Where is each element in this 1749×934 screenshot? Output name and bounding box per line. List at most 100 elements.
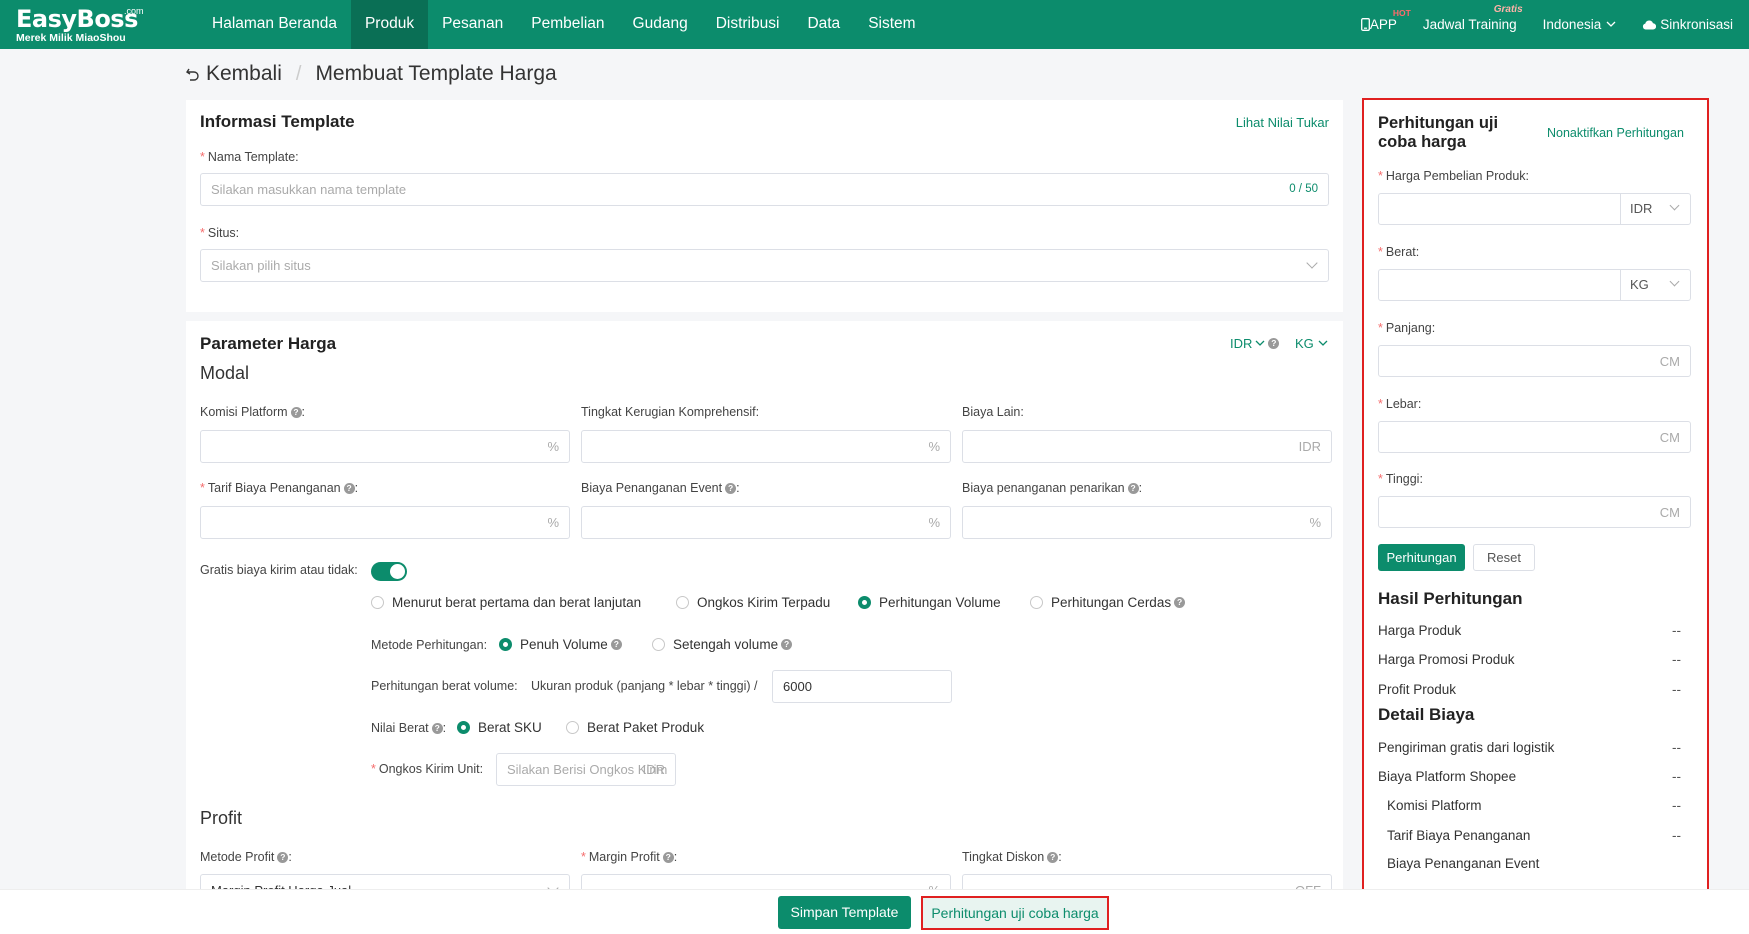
chevron-down-icon [1255, 340, 1265, 346]
result-row: Harga Promosi Produk -- [1378, 652, 1681, 667]
back-button[interactable]: Kembali [186, 62, 282, 86]
logo-tagline: Merek Milik MiaoShou [16, 32, 126, 44]
weight-unit-select[interactable]: KG [1295, 336, 1328, 351]
commission-label: Komisi Platform?: [200, 405, 306, 419]
withdraw-fee-input[interactable]: % [962, 506, 1332, 539]
weight-option-sku[interactable]: Berat SKU [457, 720, 542, 735]
detail-row: Biaya Platform Shopee -- [1378, 769, 1681, 784]
help-icon: ? [1268, 338, 1280, 349]
logo-com: .com [124, 6, 144, 16]
loss-rate-label: Tingkat Kerugian Komprehensif: [581, 405, 760, 419]
menu-item-gudang[interactable]: Gudang [619, 0, 702, 49]
app-link[interactable]: APP HOT [1360, 8, 1411, 32]
chevron-down-icon [1306, 257, 1318, 269]
nav-right: APP HOT Jadwal Training Gratis Indonesia… [1360, 0, 1749, 49]
other-cost-input[interactable]: IDR [962, 430, 1332, 463]
section-title: Informasi Template [200, 112, 355, 131]
calc-option-full[interactable]: Penuh Volume? [499, 637, 622, 652]
phone-icon [1360, 18, 1370, 31]
currency-select[interactable]: IDR ? [1230, 336, 1280, 351]
help-icon: ? [431, 723, 443, 735]
help-icon: ? [781, 639, 793, 650]
help-icon: ? [610, 639, 622, 650]
ship-option-smart[interactable]: Perhitungan Cerdas? [1030, 595, 1186, 610]
page-title: Membuat Template Harga [315, 62, 557, 85]
ship-option-weight[interactable]: Menurut berat pertama dan berat lanjutan [371, 595, 641, 610]
length-input[interactable]: CM [1378, 345, 1691, 377]
length-label: * Panjang: [1378, 321, 1436, 335]
event-fee-input[interactable]: % [581, 506, 951, 539]
menu-item-sistem[interactable]: Sistem [854, 0, 929, 49]
modal-subtitle: Modal [200, 363, 250, 383]
menu-item-pesanan[interactable]: Pesanan [428, 0, 517, 49]
volume-divisor-input[interactable]: 6000 [772, 670, 952, 703]
char-count: 0 / 50 [1289, 183, 1318, 195]
help-icon: ? [1047, 852, 1059, 864]
save-template-button[interactable]: Simpan Template [778, 896, 911, 929]
menu-item-distribusi[interactable]: Distribusi [702, 0, 794, 49]
ship-option-volume[interactable]: Perhitungan Volume [858, 595, 1001, 610]
logo[interactable]: EasyBoss .com Merek Milik MiaoShou [16, 6, 146, 44]
training-label: Jadwal Training [1422, 17, 1517, 32]
currency-select[interactable]: IDR [1620, 194, 1690, 224]
help-icon: ? [1127, 483, 1139, 495]
chevron-down-icon [1318, 340, 1328, 346]
purchase-price-input[interactable]: IDR [1378, 193, 1691, 225]
menu-item-data[interactable]: Data [793, 0, 854, 49]
help-icon: ? [343, 483, 355, 495]
handling-fee-input[interactable]: % [200, 506, 570, 539]
app-label: APP [1369, 17, 1397, 32]
width-label: * Lebar: [1378, 397, 1422, 411]
weight-label: * Berat: [1378, 245, 1420, 259]
language-select[interactable]: Indonesia [1543, 17, 1617, 32]
height-input[interactable]: CM [1378, 496, 1691, 528]
profit-subtitle: Profit [200, 808, 243, 828]
ship-option-unified[interactable]: Ongkos Kirim Terpadu [676, 595, 830, 610]
free-shipping-toggle[interactable] [371, 562, 407, 581]
discount-label: Tingkat Diskon?: [962, 850, 1062, 864]
loss-rate-input[interactable]: % [581, 430, 951, 463]
placeholder: Silakan masukkan nama template [211, 182, 407, 197]
calc-method-label: Metode Perhitungan: [371, 638, 488, 652]
back-arrow-icon [186, 68, 199, 81]
chevron-down-icon [1669, 276, 1680, 287]
trial-calc-button[interactable]: Perhitungan uji coba harga [921, 896, 1109, 930]
sync-button[interactable]: Sinkronisasi [1642, 17, 1733, 32]
reset-button[interactable]: Reset [1473, 544, 1535, 571]
breadcrumb-separator: / [295, 62, 302, 85]
menu-item-beranda[interactable]: Halaman Beranda [198, 0, 351, 49]
weight-unit-select[interactable]: KG [1620, 270, 1690, 300]
withdraw-fee-label: Biaya penanganan penarikan?: [962, 481, 1143, 495]
sync-label: Sinkronisasi [1660, 17, 1733, 32]
result-title: Hasil Perhitungan [1378, 589, 1523, 608]
result-row: Harga Produk -- [1378, 623, 1681, 638]
height-label: * Tinggi: [1378, 472, 1423, 486]
gratis-badge: Gratis [1493, 4, 1523, 15]
help-icon: ? [277, 852, 289, 864]
detail-row: Pengiriman gratis dari logistik -- [1378, 740, 1681, 755]
language-label: Indonesia [1542, 17, 1602, 32]
profit-margin-label: * Margin Profit?: [581, 850, 678, 864]
help-icon: ? [1174, 597, 1186, 608]
template-name-input[interactable]: Silakan masukkan nama template 0 / 50 [200, 173, 1329, 206]
weight-input[interactable]: KG [1378, 269, 1691, 301]
top-navbar: EasyBoss .com Merek Milik MiaoShou Halam… [0, 0, 1749, 49]
other-cost-label: Biaya Lain: [962, 405, 1024, 419]
menu-item-produk[interactable]: Produk [350, 0, 429, 49]
trial-calc-panel: Perhitungan uji coba harga Nonaktifkan P… [1362, 98, 1709, 891]
menu-item-pembelian[interactable]: Pembelian [517, 0, 618, 49]
volume-formula: Ukuran produk (panjang * lebar * tinggi)… [531, 679, 758, 693]
width-input[interactable]: CM [1378, 421, 1691, 453]
detail-title: Detail Biaya [1378, 705, 1475, 724]
commission-input[interactable]: % [200, 430, 570, 463]
calc-option-half[interactable]: Setengah volume? [652, 637, 793, 652]
weight-option-package[interactable]: Berat Paket Produk [566, 720, 704, 735]
result-row: Profit Produk -- [1378, 682, 1681, 697]
disable-calc-link[interactable]: Nonaktifkan Perhitungan [1547, 126, 1684, 140]
calculate-button[interactable]: Perhitungan [1378, 544, 1465, 571]
exchange-rate-link[interactable]: Lihat Nilai Tukar [1236, 115, 1329, 130]
unit-shipping-label: * Ongkos Kirim Unit: [371, 762, 484, 776]
site-select[interactable]: Silakan pilih situs [200, 249, 1329, 282]
training-link[interactable]: Jadwal Training Gratis [1422, 4, 1523, 32]
unit-shipping-input[interactable]: Silakan Berisi Ongkos Kirim IDR [496, 753, 676, 786]
